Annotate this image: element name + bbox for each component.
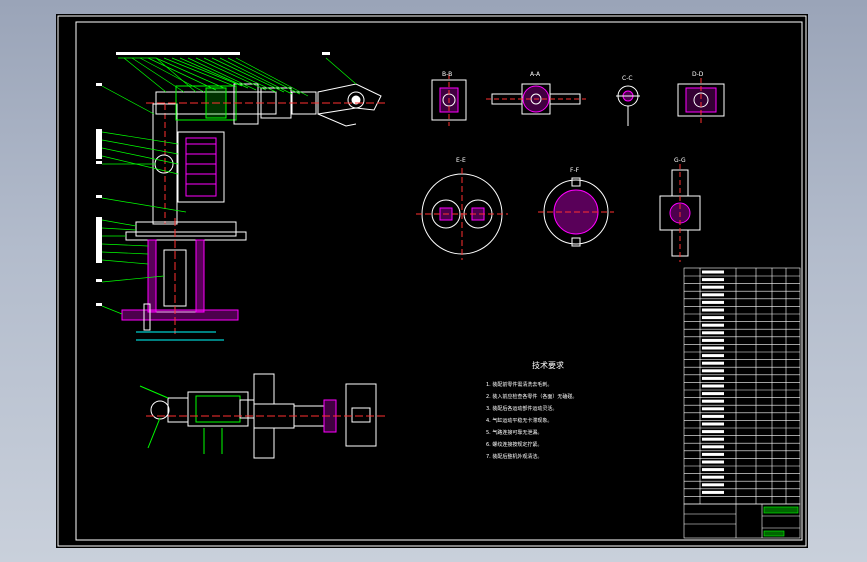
assembly-drawing: B-B A-A C-C D-D E-E F-F G-G 技术要求 1. 装配前零…	[57, 15, 807, 547]
view-label-e-e: E-E	[456, 157, 466, 164]
cad-viewport[interactable]: B-B A-A C-C D-D E-E F-F G-G 技术要求 1. 装配前零…	[56, 14, 808, 548]
tech-req-line-2: 2. 装入前应检查各零件（各面）无磕碰。	[486, 393, 577, 400]
view-label-c-c: C-C	[622, 75, 633, 82]
view-label-d-d: D-D	[692, 71, 704, 78]
parts-row-text-mark	[702, 490, 724, 494]
parts-row-text-mark	[702, 475, 724, 479]
tech-req-title: 技术要求	[532, 360, 564, 370]
parts-row-text-mark	[702, 422, 724, 426]
parts-row-text-mark	[702, 468, 724, 472]
section-view-e-e	[416, 168, 508, 260]
parts-row-text-mark	[702, 437, 724, 441]
parts-row-text-mark	[702, 361, 724, 365]
parts-row-text-mark	[702, 316, 724, 320]
parts-row-text-mark	[702, 369, 724, 373]
plan-view	[139, 373, 386, 459]
parts-row-text-mark	[702, 452, 724, 456]
section-view-a-a	[486, 83, 586, 115]
parts-row-text-mark	[702, 278, 724, 282]
parts-row-text-mark	[702, 384, 724, 388]
tech-req-line-5: 5. 气路连接可靠无泄漏。	[486, 429, 542, 436]
parts-row-text-mark	[702, 293, 724, 297]
parts-row-text-mark	[702, 399, 724, 403]
parts-row-text-mark	[702, 285, 724, 289]
tech-req-line-7: 7. 装配后整机外观清洁。	[486, 453, 542, 460]
section-view-b-b	[431, 74, 467, 126]
technical-requirements: 技术要求 1. 装配前零件需清洗去毛刺。 2. 装入前应检查各零件（各面）无磕碰…	[486, 360, 577, 460]
parts-row-text-mark	[702, 331, 724, 335]
tech-req-line-6: 6. 螺纹连接按规定拧紧。	[486, 441, 542, 448]
tech-req-line-1: 1. 装配前零件需清洗去毛刺。	[486, 381, 552, 388]
parts-row-text-mark	[702, 354, 724, 358]
parts-row-text-mark	[702, 338, 724, 342]
parts-row-text-mark	[702, 376, 724, 380]
title-block	[683, 503, 801, 539]
parts-row-text-mark	[702, 346, 724, 350]
section-view-c-c	[616, 85, 640, 126]
view-label-g-g: G-G	[674, 157, 686, 164]
parts-list-table	[683, 267, 801, 505]
section-view-f-f	[538, 177, 614, 247]
main-assembly-view	[121, 83, 386, 341]
parts-row-text-mark	[702, 308, 724, 312]
section-view-d-d	[677, 78, 725, 124]
view-label-f-f: F-F	[570, 167, 580, 174]
view-label-a-a: A-A	[530, 71, 541, 78]
parts-row-text-mark	[702, 414, 724, 418]
parts-row-text-mark	[702, 300, 724, 304]
parts-row-text-mark	[702, 392, 724, 396]
tech-req-line-4: 4. 气缸运动平稳无卡滞现象。	[486, 417, 552, 424]
tech-req-line-3: 3. 装配后各运动部件运动灵活。	[486, 405, 557, 412]
parts-row-text-mark	[702, 430, 724, 434]
parts-row-text-mark	[702, 323, 724, 327]
section-view-g-g	[659, 164, 701, 262]
parts-row-text-mark	[702, 483, 724, 487]
parts-row-text-mark	[702, 407, 724, 411]
parts-row-text-mark	[702, 460, 724, 464]
view-labels: B-B A-A C-C D-D E-E F-F G-G	[442, 71, 704, 174]
parts-row-text-mark	[702, 445, 724, 449]
parts-row-text-mark	[702, 270, 724, 274]
view-label-b-b: B-B	[442, 71, 452, 78]
